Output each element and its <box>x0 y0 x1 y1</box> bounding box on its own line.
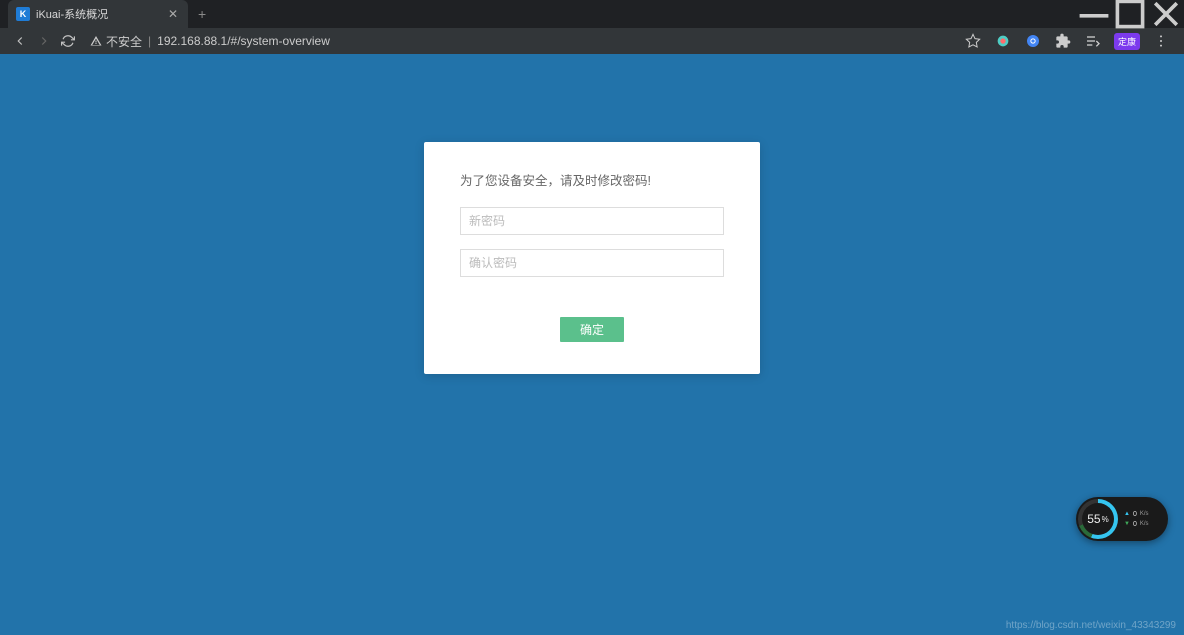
extensions-puzzle-icon[interactable] <box>1054 32 1072 50</box>
forward-button[interactable] <box>32 29 56 53</box>
reading-list-icon[interactable] <box>1084 32 1102 50</box>
insecure-label: 不安全 <box>106 33 142 50</box>
bookmark-star-icon[interactable] <box>964 32 982 50</box>
chrome-icon[interactable] <box>1024 32 1042 50</box>
browser-chrome: K iKuai-系统概况 ✕ + <box>0 0 1184 54</box>
upload-unit: K/s <box>1140 511 1149 517</box>
back-button[interactable] <box>8 29 32 53</box>
watermark-text: https://blog.csdn.net/weixin_43343299 <box>1006 620 1176 631</box>
network-monitor-widget[interactable]: 55% ▲ 0 K/s ▼ 0 K/s <box>1076 497 1168 541</box>
address-divider: | <box>148 34 151 48</box>
reload-button[interactable] <box>56 29 80 53</box>
download-row: ▼ 0 K/s <box>1124 521 1166 528</box>
password-dialog: 为了您设备安全，请及时修改密码! 确定 <box>424 142 760 374</box>
tab-title: iKuai-系统概况 <box>36 6 166 22</box>
net-stats: ▲ 0 K/s ▼ 0 K/s <box>1118 511 1166 528</box>
address-bar[interactable]: 不安全 | 192.168.88.1/#/system-overview <box>90 33 964 50</box>
close-icon[interactable]: ✕ <box>166 7 180 21</box>
nav-bar: 不安全 | 192.168.88.1/#/system-overview 定康 <box>0 28 1184 54</box>
menu-kebab-icon[interactable] <box>1152 32 1170 50</box>
gauge-value: 55% <box>1082 503 1114 535</box>
cpu-gauge: 55% <box>1078 499 1118 539</box>
arrow-down-icon: ▼ <box>1124 521 1130 527</box>
insecure-warning: 不安全 <box>90 33 142 50</box>
confirm-password-input[interactable] <box>460 249 724 277</box>
upload-row: ▲ 0 K/s <box>1124 511 1166 518</box>
gauge-percent: 55 <box>1087 512 1100 526</box>
extension-icon-1[interactable] <box>994 32 1012 50</box>
url-text: 192.168.88.1/#/system-overview <box>157 34 330 48</box>
ok-button[interactable]: 确定 <box>560 317 624 342</box>
new-password-input[interactable] <box>460 207 724 235</box>
arrow-up-icon: ▲ <box>1124 511 1130 517</box>
page-content: 为了您设备安全，请及时修改密码! 确定 55% ▲ 0 K/s ▼ 0 K/s … <box>0 54 1184 635</box>
download-value: 0 <box>1133 521 1137 528</box>
new-tab-button[interactable]: + <box>198 6 206 22</box>
dialog-message: 为了您设备安全，请及时修改密码! <box>460 170 724 189</box>
window-controls <box>1076 0 1184 28</box>
maximize-icon[interactable] <box>1112 0 1148 28</box>
close-window-icon[interactable] <box>1148 0 1184 28</box>
toolbar-right: 定康 <box>964 32 1176 50</box>
browser-tab[interactable]: K iKuai-系统概况 ✕ <box>8 0 188 28</box>
tab-favicon: K <box>16 7 30 21</box>
profile-avatar[interactable]: 定康 <box>1114 33 1140 50</box>
download-unit: K/s <box>1140 521 1149 527</box>
minimize-icon[interactable] <box>1076 0 1112 28</box>
upload-value: 0 <box>1133 511 1137 518</box>
tab-bar: K iKuai-系统概况 ✕ + <box>0 0 1184 28</box>
gauge-percent-suffix: % <box>1102 515 1109 524</box>
warning-icon <box>90 35 102 47</box>
